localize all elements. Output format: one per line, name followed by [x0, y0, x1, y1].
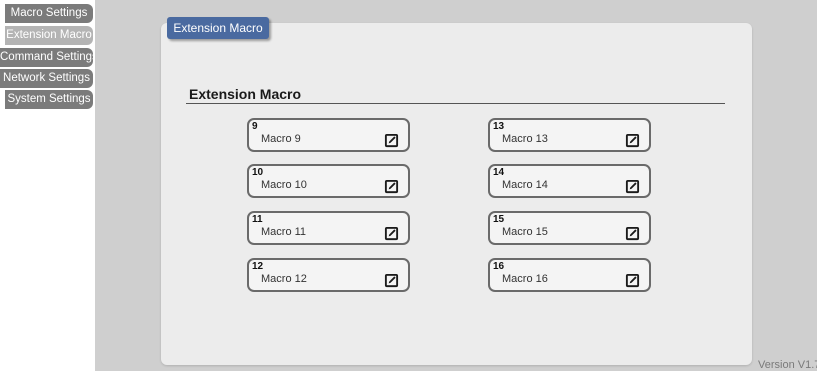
macro-number: 13 [493, 121, 505, 132]
panel-tab-title: Extension Macro [167, 17, 269, 39]
macro-card-13[interactable]: 13 Macro 13 [488, 118, 651, 152]
macro-name: Macro 16 [502, 273, 548, 285]
edit-icon[interactable] [625, 179, 640, 194]
macro-card-10[interactable]: 10 Macro 10 [247, 164, 410, 198]
nav-extension-macro[interactable]: Extension Macro [5, 26, 93, 45]
version-label: Version V1.71 [758, 359, 817, 371]
section-title: Extension Macro [189, 86, 302, 102]
macro-name: Macro 14 [502, 179, 548, 191]
macro-number: 9 [252, 121, 258, 132]
edit-icon[interactable] [384, 179, 399, 194]
macro-number: 15 [493, 214, 505, 225]
macro-card-15[interactable]: 15 Macro 15 [488, 211, 651, 245]
macro-name: Macro 15 [502, 226, 548, 238]
macro-number: 10 [252, 167, 264, 178]
macro-card-14[interactable]: 14 Macro 14 [488, 164, 651, 198]
edit-icon[interactable] [384, 226, 399, 241]
edit-icon[interactable] [625, 273, 640, 288]
macro-card-12[interactable]: 12 Macro 12 [247, 258, 410, 292]
macro-card-11[interactable]: 11 Macro 11 [247, 211, 410, 245]
macro-card-9[interactable]: 9 Macro 9 [247, 118, 410, 152]
edit-icon[interactable] [384, 273, 399, 288]
macro-name: Macro 9 [261, 133, 301, 145]
nav-system-settings[interactable]: System Settings [5, 90, 93, 109]
macro-name: Macro 13 [502, 133, 548, 145]
section-divider [186, 103, 725, 104]
macro-card-16[interactable]: 16 Macro 16 [488, 258, 651, 292]
sidebar: Macro Settings Extension Macro Command S… [0, 0, 95, 371]
edit-icon[interactable] [625, 226, 640, 241]
macro-name: Macro 11 [261, 226, 307, 238]
macro-name: Macro 10 [261, 179, 307, 191]
edit-icon[interactable] [625, 133, 640, 148]
edit-icon[interactable] [384, 133, 399, 148]
macro-number: 11 [252, 214, 263, 225]
nav-macro-settings[interactable]: Macro Settings [5, 4, 93, 23]
macro-name: Macro 12 [261, 273, 307, 285]
nav-command-settings[interactable]: Command Settings [0, 48, 93, 67]
macro-number: 16 [493, 261, 505, 272]
macro-number: 12 [252, 261, 264, 272]
macro-number: 14 [493, 167, 505, 178]
nav-network-settings[interactable]: Network Settings [0, 69, 93, 88]
